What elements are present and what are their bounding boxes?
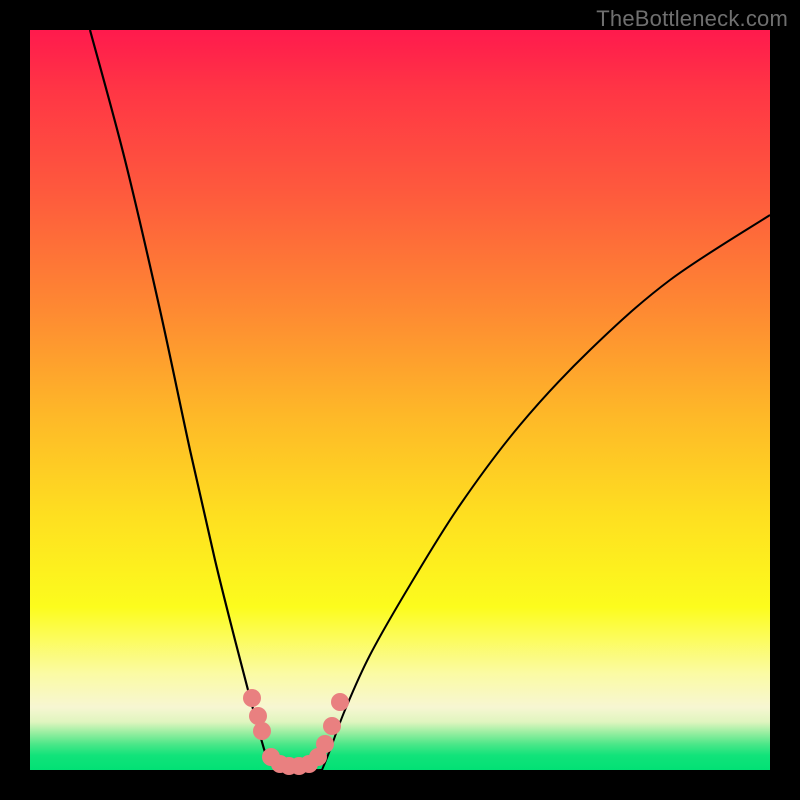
- watermark-text: TheBottleneck.com: [596, 6, 788, 32]
- data-marker: [253, 722, 271, 740]
- chart-frame: TheBottleneck.com: [0, 0, 800, 800]
- data-marker: [316, 735, 334, 753]
- data-markers: [243, 689, 349, 775]
- curve-right: [322, 215, 770, 770]
- data-marker: [243, 689, 261, 707]
- chart-svg: [30, 30, 770, 770]
- data-marker: [331, 693, 349, 711]
- data-marker: [323, 717, 341, 735]
- curve-left: [90, 30, 278, 770]
